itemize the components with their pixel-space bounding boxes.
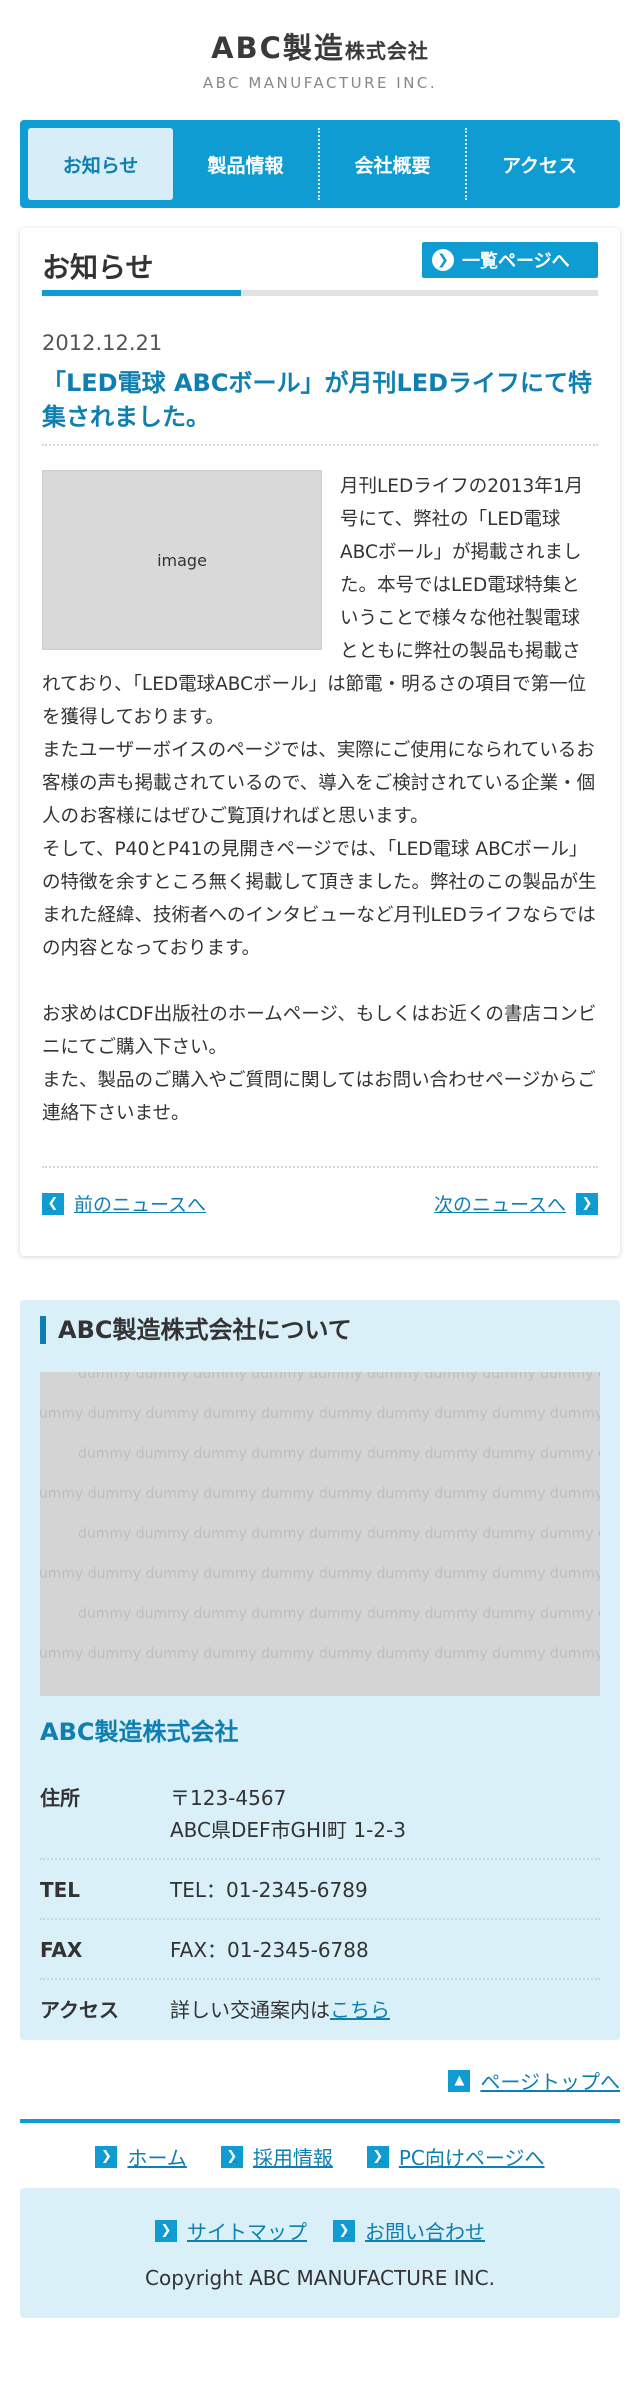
news-list-label: 一覧ページへ	[462, 251, 570, 272]
address-line: ABC県DEF市GHI町 1-2-3	[170, 1818, 406, 1842]
map-watermark-row: dummy dummy dummy dummy dummy dummy dumm…	[40, 1646, 600, 1662]
footer-link-label: お問い合わせ	[365, 2220, 485, 2244]
chevron-right-icon: ❯	[432, 249, 454, 271]
info-value: 詳しい交通案内はこちら	[170, 1994, 390, 2026]
nav-item-products[interactable]: 製品情報	[173, 128, 318, 200]
chevron-up-icon: ▲	[448, 2069, 471, 2092]
fax-value: FAX：01-2345-6788	[170, 1938, 369, 1962]
copyright: Copyright ABC MANUFACTURE INC.	[145, 2266, 495, 2290]
footer-link-label: ホーム	[127, 2146, 187, 2170]
page-top-link[interactable]: ▲ ページトップへ	[448, 2066, 620, 2095]
nav-item-company[interactable]: 会社概要	[318, 128, 465, 200]
nav-item-news[interactable]: お知らせ	[28, 128, 173, 200]
footer-link-label: サイトマップ	[187, 2220, 307, 2244]
news-pager: ❮ 前のニュースへ 次のニュースへ ❯	[42, 1166, 598, 1220]
info-label: 住所	[40, 1786, 80, 1810]
article-date: 2012.12.21	[42, 331, 163, 355]
map-watermark-row: dummy dummy dummy dummy dummy dummy dumm…	[78, 1606, 600, 1622]
info-value: 〒123-4567 ABC県DEF市GHI町 1-2-3	[170, 1782, 406, 1846]
chevron-right-icon: ❯	[220, 2145, 243, 2168]
logo-main-text: ABC製造	[211, 31, 345, 65]
map-watermark-row: dummy dummy dummy dummy dummy dummy dumm…	[40, 1566, 600, 1582]
chevron-right-icon: ❯	[155, 2219, 177, 2242]
article-image: image	[42, 470, 322, 650]
logo-subtitle: ABC MANUFACTURE INC.	[202, 74, 438, 92]
global-nav: お知らせ 製品情報 会社概要 アクセス	[20, 120, 620, 208]
footer-nav: ❯ ホーム ❯ 採用情報 ❯ PC向けページへ	[0, 2142, 640, 2171]
map-placeholder[interactable]: dummy dummy dummy dummy dummy dummy dumm…	[40, 1372, 600, 1696]
info-row-tel: TEL TEL：01-2345-6789	[40, 1860, 600, 1920]
access-text: 詳しい交通案内は	[170, 1998, 330, 2022]
map-watermark-row: dummy dummy dummy dummy dummy dummy dumm…	[78, 1526, 600, 1542]
chevron-right-icon: ❯	[366, 2145, 389, 2168]
news-list-button[interactable]: ❯ 一覧ページへ	[422, 242, 598, 278]
article-paragraph: また、製品のご購入やご質問に関してはお問い合わせページからご連絡下さいませ。	[42, 1070, 596, 1124]
chevron-left-icon: ❮	[42, 1192, 64, 1215]
article-title: 「LED電球 ABCボール」が月刊LEDライフにて特集されました。	[42, 366, 598, 446]
site-header: ABC製造株式会社 ABC MANUFACTURE INC.	[0, 0, 640, 118]
info-row-fax: FAX FAX：01-2345-6788	[40, 1920, 600, 1980]
footer: ❯ サイトマップ ❯ お問い合わせ Copyright ABC MANUFACTUR…	[20, 2188, 620, 2318]
article-paragraph: そして、P40とP41の見開きページでは、「LED電球 ABCボール」の特徴を余…	[42, 839, 597, 959]
prev-news-label: 前のニュースへ	[74, 1194, 207, 1216]
logo-suffix-text: 株式会社	[344, 39, 429, 63]
footer-link-pc[interactable]: ❯ PC向けページへ	[366, 2142, 545, 2171]
footer-link-sitemap[interactable]: ❯ サイトマップ	[155, 2216, 307, 2245]
next-news-link[interactable]: 次のニュースへ ❯	[434, 1190, 598, 1217]
address-postal: 〒123-4567	[170, 1786, 287, 1810]
company-info-table: 住所 〒123-4567 ABC県DEF市GHI町 1-2-3 TEL TEL：…	[40, 1768, 600, 2038]
news-header: お知らせ ❯ 一覧ページへ	[42, 228, 598, 298]
info-label: FAX	[40, 1938, 83, 1962]
news-section-title: お知らせ	[42, 251, 154, 284]
article-paragraph: またユーザーボイスのページでは、実際にご使用になられているお客様の声も掲載されて…	[42, 740, 596, 827]
news-section: お知らせ ❯ 一覧ページへ 2012.12.21 「LED電球 ABCボール」が…	[20, 228, 620, 1256]
footer-link-contact[interactable]: ❯ お問い合わせ	[333, 2216, 485, 2245]
company-about-section: ABC製造株式会社について dummy dummy dummy dummy du…	[20, 1300, 620, 2040]
info-row-access: アクセス 詳しい交通案内はこちら	[40, 1980, 600, 2038]
map-watermark-row: dummy dummy dummy dummy dummy dummy dumm…	[40, 1486, 600, 1502]
article-body: image 月刊LEDライフの2013年1月号にて、弊社の「LED電球ABCボー…	[42, 470, 598, 1130]
chevron-right-icon: ❯	[576, 1192, 598, 1215]
footer-link-recruit[interactable]: ❯ 採用情報	[220, 2142, 333, 2171]
image-placeholder-label: image	[157, 550, 207, 570]
chevron-right-icon: ❯	[95, 2145, 118, 2168]
footer-link-label: PC向けページへ	[398, 2146, 545, 2170]
footer-link-home[interactable]: ❯ ホーム	[95, 2142, 187, 2171]
footer-divider	[20, 2119, 620, 2123]
map-watermark-row: dummy dummy dummy dummy dummy dummy dumm…	[78, 1372, 600, 1382]
page-top-label: ページトップへ	[480, 2070, 620, 2094]
info-label: TEL	[40, 1878, 81, 1902]
info-row-address: 住所 〒123-4567 ABC県DEF市GHI町 1-2-3	[40, 1768, 600, 1860]
info-label: アクセス	[40, 1998, 119, 2022]
footer-link-label: 採用情報	[252, 2146, 333, 2170]
article-paragraph: お求めはCDF出版社のホームページ、もしくはお近くの書店コンビニにてご購入下さい…	[42, 1004, 597, 1058]
section-underline	[42, 290, 598, 296]
tel-value: TEL：01-2345-6789	[170, 1878, 368, 1902]
prev-news-link[interactable]: ❮ 前のニュースへ	[42, 1190, 206, 1217]
nav-item-access[interactable]: アクセス	[465, 128, 612, 200]
map-watermark-row: dummy dummy dummy dummy dummy dummy dumm…	[40, 1406, 600, 1422]
next-news-label: 次のニュースへ	[433, 1194, 566, 1216]
company-name: ABC製造株式会社	[40, 1718, 239, 1746]
map-watermark-row: dummy dummy dummy dummy dummy dummy dumm…	[78, 1446, 600, 1462]
chevron-right-icon: ❯	[333, 2219, 355, 2242]
access-link[interactable]: こちら	[330, 1998, 390, 2022]
footer-sub-nav: ❯ サイトマップ ❯ お問い合わせ	[20, 2216, 620, 2245]
site-logo[interactable]: ABC製造株式会社	[0, 30, 640, 69]
about-title: ABC製造株式会社について	[40, 1316, 352, 1344]
